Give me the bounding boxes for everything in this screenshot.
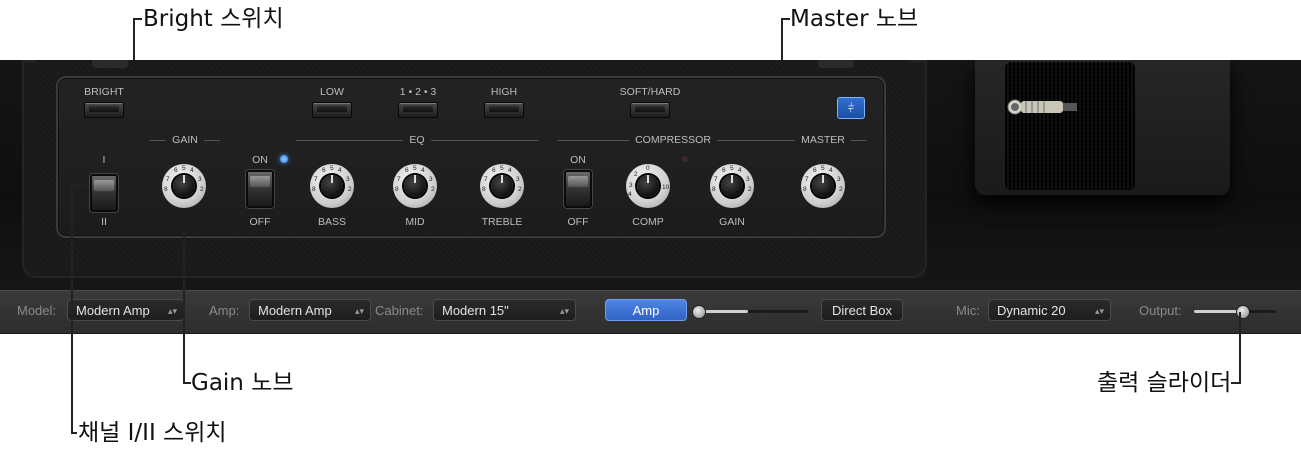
- amp-settings-bar: Model: Modern Amp ▴▾ Amp: Modern Amp ▴▾ …: [0, 290, 1301, 334]
- compressor-section-header: COMPRESSOR: [558, 134, 788, 146]
- model-popup[interactable]: Modern Amp ▴▾: [67, 299, 184, 321]
- channel-switch[interactable]: [90, 174, 118, 212]
- amp-panel: BRIGHT LOW 1 • 2 • 3 HIGH SOFT/HARD GAIN…: [0, 60, 1301, 290]
- comp-led: [682, 156, 688, 162]
- top-tab-right: [818, 60, 854, 68]
- master-section-label: MASTER: [801, 134, 845, 146]
- popup-arrows-icon: ▴▾: [559, 306, 569, 316]
- soft-hard-label: SOFT/HARD: [619, 86, 681, 98]
- channel-leader-h: [71, 432, 77, 434]
- top-tab-left: [92, 60, 128, 68]
- mid-knob[interactable]: 7654328: [393, 164, 437, 208]
- gain-knob-callout: Gain 노브: [191, 370, 294, 396]
- gain-knob[interactable]: 7654328: [162, 164, 206, 208]
- channel-ii-label: II: [101, 216, 107, 228]
- high-label: HIGH: [490, 86, 518, 98]
- cabinet-label: Cabinet:: [375, 303, 424, 318]
- popup-arrows-icon: ▴▾: [354, 306, 364, 316]
- comp-on-off-switch[interactable]: [564, 170, 592, 208]
- speaker-grille-overlay: [1005, 62, 1135, 190]
- gain-leader-v: [183, 232, 185, 384]
- soft-hard-switch[interactable]: [630, 102, 670, 118]
- amp-value: Modern Amp: [258, 303, 332, 318]
- equalizer-icon[interactable]: ⫩: [837, 97, 865, 119]
- control-faceplate: BRIGHT LOW 1 • 2 • 3 HIGH SOFT/HARD GAIN…: [56, 76, 886, 238]
- amp-label: Amp:: [209, 303, 240, 318]
- bright-label: BRIGHT: [84, 86, 124, 98]
- channel-leader-v: [71, 184, 73, 434]
- low-switch[interactable]: [312, 102, 352, 118]
- gain-section-label: GAIN: [172, 134, 198, 146]
- direct-box-button[interactable]: Direct Box: [821, 299, 903, 321]
- microphone-icon: [1007, 99, 1077, 115]
- eq-on-off-switch[interactable]: [246, 170, 274, 208]
- output-leader-v: [1239, 312, 1241, 384]
- cabinet-popup[interactable]: Modern 15" ▴▾: [433, 299, 576, 321]
- model-label: Model:: [17, 303, 57, 318]
- compressor-section-label: COMPRESSOR: [635, 134, 711, 146]
- eq-on-label: ON: [252, 154, 268, 166]
- comp-off-label: OFF: [567, 216, 589, 228]
- mic-value: Dynamic 20: [997, 303, 1066, 318]
- master-knob[interactable]: 7654328: [801, 164, 845, 208]
- output-slider-fill: [1194, 310, 1242, 313]
- comp-knob[interactable]: 2 0 3 4 10: [626, 164, 670, 208]
- cabinet-value: Modern 15": [442, 303, 509, 318]
- speaker-cabinet: [975, 60, 1230, 195]
- mic-label: Mic:: [956, 303, 980, 318]
- popup-arrows-icon: ▴▾: [1094, 306, 1104, 316]
- treble-label: TREBLE: [481, 216, 523, 228]
- bright-switch-callout: Bright 스위치: [143, 6, 284, 32]
- mode-switch[interactable]: [398, 102, 438, 118]
- output-label: Output:: [1139, 303, 1182, 318]
- mid-label: MID: [405, 216, 425, 228]
- comp-on-label: ON: [570, 154, 586, 166]
- bass-knob[interactable]: 7654328: [310, 164, 354, 208]
- treble-knob[interactable]: 7654328: [480, 164, 524, 208]
- channel-switch-callout: 채널 I/II 스위치: [78, 420, 227, 446]
- blend-slider-thumb[interactable]: [692, 305, 706, 319]
- eq-off-label: OFF: [249, 216, 271, 228]
- comp-gain-label: GAIN: [719, 216, 745, 228]
- channel-leader-top: [71, 184, 87, 186]
- comp-label: COMP: [632, 216, 664, 228]
- high-switch[interactable]: [484, 102, 524, 118]
- output-slider-callout: 출력 슬라이더: [1097, 370, 1232, 396]
- bright-switch[interactable]: [84, 102, 124, 118]
- comp-gain-knob[interactable]: 7654328: [710, 164, 754, 208]
- model-value: Modern Amp: [76, 303, 150, 318]
- eq-section-header: EQ: [296, 134, 539, 146]
- channel-i-label: I: [102, 154, 106, 166]
- eq-section-label: EQ: [409, 134, 425, 146]
- low-label: LOW: [320, 86, 344, 98]
- gain-leader-h: [183, 382, 191, 384]
- gain-section-header: GAIN: [150, 134, 221, 146]
- mode-label: 1 • 2 • 3: [399, 86, 437, 98]
- master-knob-callout: Master 노브: [790, 6, 919, 32]
- output-leader-h: [1231, 382, 1241, 384]
- popup-arrows-icon: ▴▾: [167, 306, 177, 316]
- amp-popup[interactable]: Modern Amp ▴▾: [249, 299, 371, 321]
- amp-button[interactable]: Amp: [605, 299, 687, 321]
- mic-popup[interactable]: Dynamic 20 ▴▾: [988, 299, 1111, 321]
- master-section-header: MASTER: [780, 134, 867, 146]
- eq-on-led: [280, 155, 288, 163]
- bass-label: BASS: [317, 216, 347, 228]
